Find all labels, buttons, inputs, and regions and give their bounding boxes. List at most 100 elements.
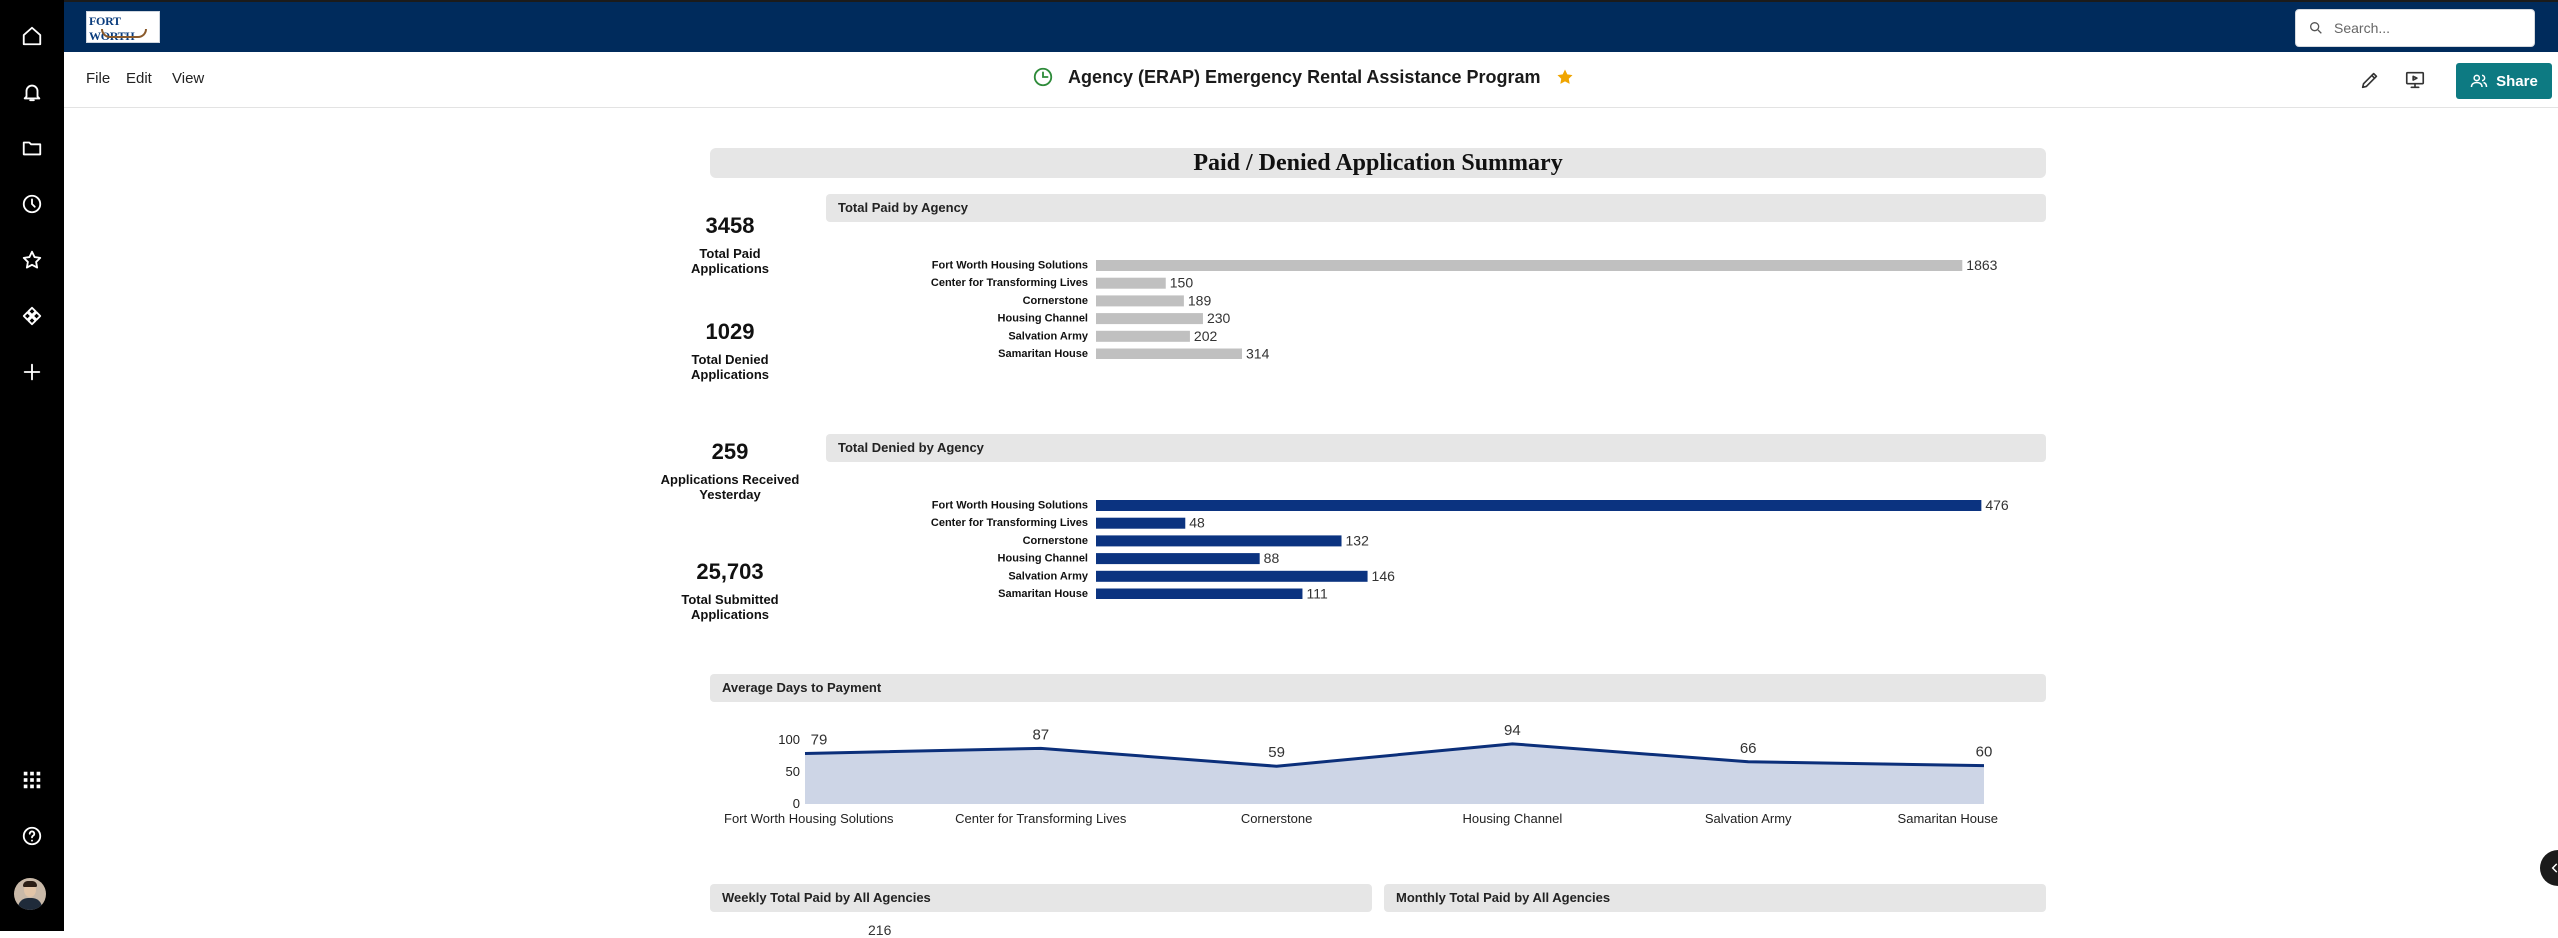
category-label: Samaritan House (998, 348, 1088, 359)
category-label: Cornerstone (1023, 535, 1088, 547)
tick-label: 100 (778, 732, 800, 747)
category-label: Fort Worth Housing Solutions (724, 811, 894, 826)
bar (1096, 348, 1243, 359)
star-icon[interactable] (14, 242, 50, 278)
area-fill (805, 743, 1984, 804)
bar (1096, 277, 1166, 289)
edit-pencil-icon[interactable] (2357, 67, 2383, 93)
section-title: Paid / Denied Application Summary (710, 148, 2046, 178)
weekly-peek-label: 216 (868, 922, 892, 938)
menu-view[interactable]: View (172, 70, 204, 87)
panel-header-monthly: Monthly Total Paid by All Agencies (1384, 884, 2046, 912)
present-icon[interactable] (2402, 67, 2428, 93)
data-label: 189 (1188, 292, 1212, 308)
report-canvas: Paid / Denied Application Summary 3458 T… (64, 109, 2558, 938)
panel-header-denied: Total Denied by Agency (826, 434, 2046, 462)
kpi-value: 3458 (705, 213, 755, 238)
category-label: Housing Channel (998, 313, 1088, 325)
data-label: 476 (1985, 497, 2009, 513)
avg-days-chart: 79 Fort Worth Housing Solutions 87 Center f… (724, 722, 1998, 826)
document-title-area: Agency (ERAP) Emergency Rental Assistanc… (1032, 66, 1575, 88)
paid-by-agency-chart: Fort Worth Housing Solutions 1863 Center f… (931, 257, 1998, 360)
bar (1096, 295, 1184, 307)
menu-file[interactable]: File (86, 70, 110, 87)
category-label: Salvation Army (1705, 811, 1792, 826)
bar (1096, 535, 1342, 547)
bar (1096, 260, 1963, 271)
data-label: 111 (1306, 586, 1327, 600)
menu-bar: File Edit View Agency (ERAP) Emergency R… (64, 52, 2558, 108)
category-label: Center for Transforming Lives (955, 811, 1127, 826)
fort-worth-logo[interactable]: FORT WORTH (86, 11, 160, 43)
category-label: Samaritan House (998, 588, 1088, 599)
panel-header-weekly: Weekly Total Paid by All Agencies (710, 884, 1372, 912)
category-label: Center for Transforming Lives (931, 517, 1088, 529)
data-label: 48 (1189, 515, 1205, 531)
clock-icon[interactable] (14, 186, 50, 222)
data-label: 60 (1976, 744, 1993, 761)
kpi-label: Applications Received Yesterday (660, 472, 800, 502)
share-label: Share (2496, 72, 2538, 90)
bar (1096, 570, 1368, 582)
bar (1096, 500, 1982, 511)
category-label: Salvation Army (1008, 330, 1089, 342)
apps-grid-icon[interactable] (14, 762, 50, 798)
kpi-label: Total Denied Applications (690, 352, 769, 382)
bell-icon[interactable] (14, 74, 50, 110)
panel-header-paid: Total Paid by Agency (826, 194, 2046, 222)
search-icon (2310, 21, 2322, 34)
top-bar: FORT WORTH (64, 0, 2558, 52)
home-icon[interactable] (14, 18, 50, 54)
avatar[interactable] (14, 878, 46, 910)
category-label: Housing Channel (998, 553, 1088, 565)
chevron-left-icon (2551, 863, 2558, 873)
data-label: 146 (1372, 568, 1396, 584)
bar (1096, 588, 1303, 599)
data-label: 88 (1264, 550, 1280, 566)
tick-label: 0 (793, 796, 800, 811)
bar (1096, 330, 1190, 342)
data-label: 230 (1207, 310, 1231, 326)
category-label: Center for Transforming Lives (931, 277, 1088, 289)
bar (1096, 553, 1260, 565)
page-title: Agency (ERAP) Emergency Rental Assistanc… (1068, 66, 1541, 87)
kpi-value: 1029 (705, 319, 755, 344)
category-label: Cornerstone (1023, 295, 1088, 307)
data-label: 314 (1246, 346, 1270, 360)
kpi-label: Total Paid Applications (690, 246, 769, 276)
search-box[interactable] (2295, 9, 2535, 47)
data-label: 94 (1504, 722, 1521, 739)
favorite-star-icon[interactable] (1555, 67, 1575, 87)
data-label: 150 (1170, 275, 1194, 291)
denied-by-agency-chart: Fort Worth Housing Solutions 476 Center fo… (931, 497, 2009, 600)
data-label: 59 (1268, 744, 1285, 761)
kpi-value: 25,703 (696, 559, 764, 584)
kpi-total-paid: 3458 Total Paid Applications (650, 213, 810, 276)
data-label: 202 (1194, 328, 1218, 344)
help-icon[interactable] (14, 818, 50, 854)
folder-icon[interactable] (14, 130, 50, 166)
category-label: Housing Channel (1463, 811, 1563, 826)
data-label: 87 (1032, 726, 1049, 743)
kpi-label: Total Submitted Applications (681, 592, 779, 622)
bar (1096, 313, 1203, 325)
tick-label: 50 (786, 764, 800, 779)
left-rail (0, 0, 64, 931)
data-label: 66 (1740, 740, 1757, 757)
kpi-value: 259 (711, 439, 749, 464)
data-label: 132 (1346, 532, 1370, 548)
category-label: Fort Worth Housing Solutions (932, 260, 1088, 272)
menu-edit[interactable]: Edit (126, 70, 152, 87)
workspace-icon[interactable] (14, 298, 50, 334)
plus-icon[interactable] (14, 354, 50, 390)
category-label: Fort Worth Housing Solutions (932, 500, 1088, 512)
category-label: Salvation Army (1008, 570, 1089, 582)
kpi-total-submitted: 25,703 Total Submitted Applications (650, 559, 810, 622)
kpi-total-denied: 1029 Total Denied Applications (650, 319, 810, 382)
share-button[interactable]: Share (2456, 63, 2552, 99)
search-input[interactable] (2334, 20, 2524, 36)
kpi-received-yesterday: 259 Applications Received Yesterday (650, 439, 810, 502)
longhorn-logo-mark (101, 29, 147, 38)
panel-header-avg-days: Average Days to Payment (710, 674, 2046, 702)
category-label: Cornerstone (1241, 811, 1313, 826)
